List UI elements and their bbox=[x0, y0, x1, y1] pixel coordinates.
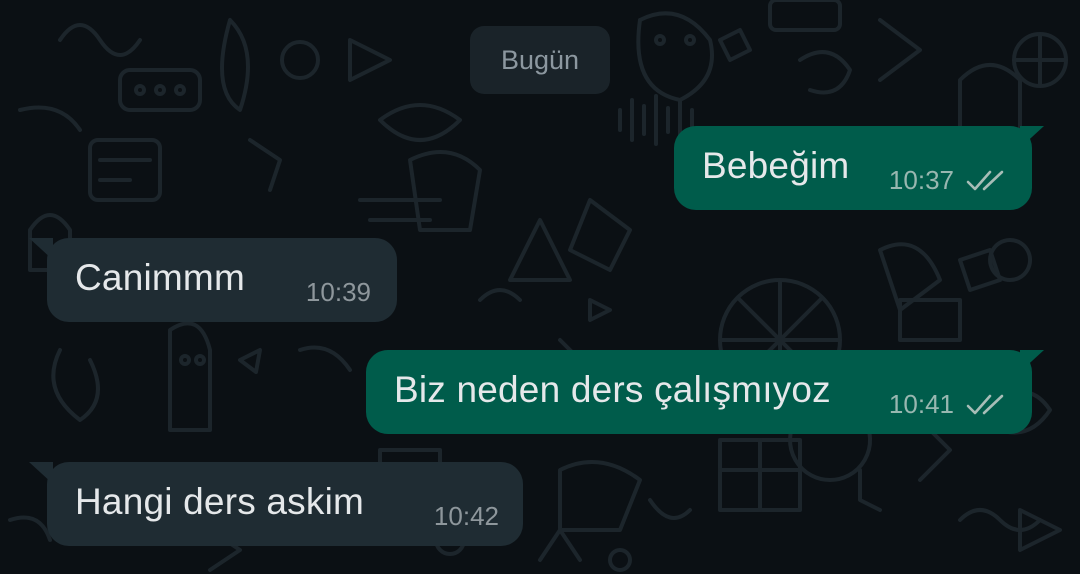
incoming-message-bubble[interactable]: Hangi ders askim 10:42 bbox=[29, 462, 523, 546]
double-check-icon bbox=[966, 394, 1004, 414]
message-meta: 10:39 bbox=[306, 277, 371, 308]
incoming-message-bubble[interactable]: Canimmm 10:39 bbox=[29, 238, 397, 322]
message-time: 10:41 bbox=[888, 389, 954, 419]
outgoing-message-bubble[interactable]: Biz neden ders çalışmıyoz 10:41 bbox=[366, 350, 1044, 434]
double-check-icon bbox=[966, 170, 1004, 190]
message-text: Hangi ders askim bbox=[75, 481, 365, 522]
bubble-tail-icon bbox=[29, 238, 53, 260]
chat-thread[interactable]: Bugün Bebeğim 10:37 Canimmm 10:39 Biz ne… bbox=[0, 0, 1080, 574]
message-meta: 10:37 bbox=[889, 165, 1010, 196]
message-text: Canimmm bbox=[75, 257, 245, 298]
bubble-tail-icon bbox=[1020, 350, 1044, 372]
bubble-tail-icon bbox=[1020, 126, 1044, 148]
outgoing-message-bubble[interactable]: Bebeğim 10:37 bbox=[674, 126, 1044, 210]
date-separator: Bugün bbox=[470, 26, 610, 94]
bubble-tail-icon bbox=[29, 462, 53, 484]
message-meta: 10:41 bbox=[889, 389, 1010, 420]
message-meta: 10:42 bbox=[434, 501, 499, 532]
message-text: Biz neden ders çalışmıyoz bbox=[394, 369, 831, 410]
message-time: 10:39 bbox=[305, 277, 371, 307]
message-time: 10:37 bbox=[888, 165, 954, 195]
message-text: Bebeğim bbox=[702, 145, 850, 186]
message-time: 10:42 bbox=[433, 501, 499, 531]
